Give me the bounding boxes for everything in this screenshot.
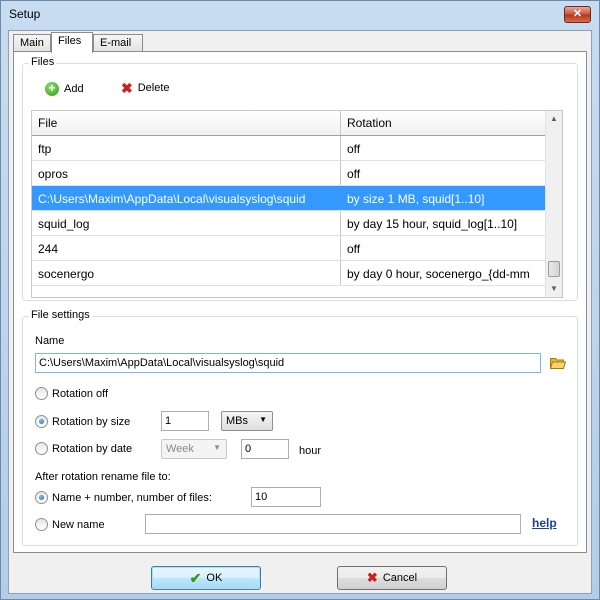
- column-header-file[interactable]: File: [32, 111, 341, 135]
- rotation-by-date-radio[interactable]: Rotation by date: [35, 442, 132, 455]
- tab-main[interactable]: Main: [13, 34, 51, 52]
- radio-circle-icon: [35, 518, 48, 531]
- title-bar[interactable]: Setup ✕: [1, 1, 599, 29]
- file-settings-legend: File settings: [29, 309, 92, 321]
- files-group-legend: Files: [29, 56, 57, 68]
- files-tab-panel: Files + Add ✖ Delete File Rotation ftp o…: [13, 51, 587, 553]
- rotation-off-radio[interactable]: Rotation off: [35, 387, 108, 400]
- hour-label: hour: [299, 445, 322, 457]
- new-name-label: New name: [52, 518, 105, 531]
- cancel-x-icon: ✖: [366, 570, 378, 585]
- cell-file: C:\Users\Maxim\AppData\Local\visualsyslo…: [32, 186, 341, 210]
- radio-circle-icon: [35, 387, 48, 400]
- window-title: Setup: [9, 7, 41, 21]
- scrollbar-thumb[interactable]: [548, 261, 560, 277]
- name-label: Name: [35, 335, 65, 347]
- dialog-body: Main Files E-mail Files + Add ✖ Delete F…: [8, 30, 592, 594]
- new-name-input[interactable]: [145, 514, 521, 534]
- name-number-radio[interactable]: Name + number, number of files:: [35, 491, 212, 504]
- scroll-up-arrow-icon[interactable]: ▲: [546, 111, 562, 127]
- rotation-by-date-label: Rotation by date: [52, 442, 133, 455]
- cell-rotation: by day 15 hour, squid_log[1..10]: [347, 217, 518, 231]
- cell-rotation: by day 0 hour, socenergo_{dd-mm: [347, 267, 530, 281]
- add-icon: +: [45, 82, 59, 96]
- close-button[interactable]: ✕: [564, 6, 591, 23]
- cell-rotation: off: [347, 242, 361, 256]
- check-icon: ✔: [189, 569, 202, 586]
- cancel-button[interactable]: ✖ Cancel: [337, 566, 447, 590]
- dropdown-arrow-icon: ▼: [213, 443, 221, 452]
- dropdown-arrow-icon: ▼: [259, 415, 267, 424]
- size-unit-value: MBs: [226, 415, 248, 427]
- ok-button[interactable]: ✔ OK: [151, 566, 261, 590]
- date-period-select[interactable]: Week ▼: [161, 439, 227, 459]
- delete-icon: ✖: [121, 80, 133, 96]
- date-hour-input[interactable]: 0: [241, 439, 289, 459]
- table-row[interactable]: socenergo by day 0 hour, socenergo_{dd-m…: [32, 261, 545, 286]
- table-row-selected[interactable]: C:\Users\Maxim\AppData\Local\visualsyslo…: [32, 186, 545, 211]
- add-button[interactable]: + Add: [45, 82, 84, 96]
- add-button-label: Add: [64, 83, 84, 95]
- cell-file: socenergo: [32, 261, 341, 285]
- rotation-off-label: Rotation off: [52, 387, 109, 400]
- cell-file: ftp: [32, 136, 341, 160]
- table-row[interactable]: squid_log by day 15 hour, squid_log[1..1…: [32, 211, 545, 236]
- delete-button[interactable]: ✖ Delete: [121, 80, 170, 96]
- files-count-input[interactable]: 10: [251, 487, 321, 507]
- ok-button-label: OK: [206, 572, 223, 584]
- scroll-down-arrow-icon[interactable]: ▼: [546, 281, 562, 297]
- name-input[interactable]: C:\Users\Maxim\AppData\Local\visualsyslo…: [35, 353, 541, 373]
- setup-window: Setup ✕ Main Files E-mail Files + Add ✖ …: [0, 0, 600, 600]
- folder-open-icon[interactable]: [550, 357, 566, 369]
- cell-rotation: off: [347, 167, 361, 181]
- name-number-label: Name + number, number of files:: [52, 491, 212, 504]
- cancel-button-label: Cancel: [382, 572, 418, 584]
- column-header-rotation[interactable]: Rotation: [341, 111, 545, 135]
- radio-checked-icon: [35, 415, 48, 428]
- cell-file: 244: [32, 236, 341, 260]
- tab-files[interactable]: Files: [51, 32, 93, 53]
- tab-email[interactable]: E-mail: [93, 34, 143, 52]
- file-settings-group: File settings Name C:\Users\Maxim\AppDat…: [22, 309, 578, 546]
- rename-label: After rotation rename file to:: [35, 471, 171, 483]
- table-row[interactable]: ftp off: [32, 136, 545, 161]
- radio-checked-icon: [35, 491, 48, 504]
- table-header: File Rotation: [32, 111, 545, 136]
- cell-file: opros: [32, 161, 341, 185]
- size-value-input[interactable]: 1: [161, 411, 209, 431]
- size-unit-select[interactable]: MBs ▼: [221, 411, 273, 431]
- cell-rotation: by size 1 MB, squid[1..10]: [347, 192, 485, 206]
- rotation-by-size-label: Rotation by size: [52, 415, 131, 428]
- help-link[interactable]: help: [532, 516, 557, 530]
- cell-rotation: off: [347, 142, 361, 156]
- files-table: File Rotation ftp off opros off C:\Users…: [31, 110, 563, 298]
- rotation-by-size-radio[interactable]: Rotation by size: [35, 415, 130, 428]
- delete-button-label: Delete: [137, 82, 170, 94]
- new-name-radio[interactable]: New name: [35, 518, 105, 531]
- table-vertical-scrollbar[interactable]: ▲ ▼: [545, 111, 562, 297]
- files-group: Files + Add ✖ Delete File Rotation ftp o…: [22, 56, 578, 301]
- table-row[interactable]: opros off: [32, 161, 545, 186]
- table-row[interactable]: 244 off: [32, 236, 545, 261]
- date-period-value: Week: [166, 443, 194, 455]
- radio-circle-icon: [35, 442, 48, 455]
- cell-file: squid_log: [32, 211, 341, 235]
